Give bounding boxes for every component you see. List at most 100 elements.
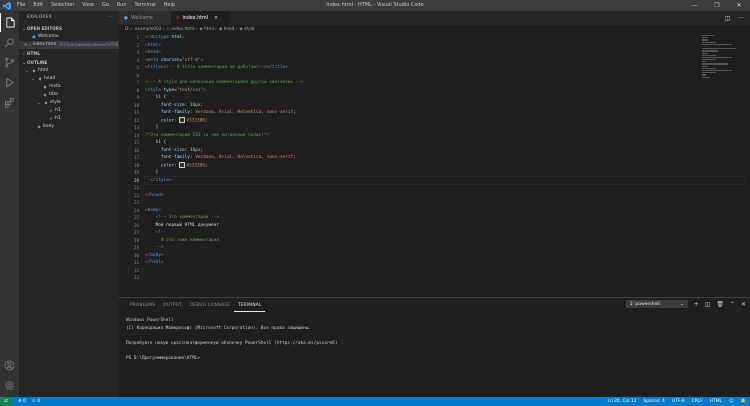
minimize-button[interactable]: — xyxy=(684,0,706,11)
menu-edit[interactable]: Edit xyxy=(29,0,47,11)
more-actions-icon[interactable]: ··· xyxy=(738,15,744,22)
menu-run[interactable]: Run xyxy=(113,0,131,11)
editor-tabs: ● Welcome ◇ index.html ✕ ◫ ··· xyxy=(119,11,750,25)
menu-help[interactable]: Help xyxy=(160,0,179,11)
terminal-line: Windows PowerShell xyxy=(126,318,174,323)
menu-terminal[interactable]: Terminal xyxy=(131,0,160,11)
notifications-bell-icon[interactable]: 🔔 xyxy=(741,399,746,404)
menu-go[interactable]: Go xyxy=(98,0,113,11)
outline-item-meta[interactable]: ◈ meta xyxy=(19,83,119,91)
tab-index-html[interactable]: ◇ index.html ✕ xyxy=(171,11,229,25)
outline-item-body[interactable]: ◈ body xyxy=(19,123,119,131)
tab-problems[interactable]: PROBLEMS xyxy=(126,301,159,311)
minimap[interactable] xyxy=(702,34,742,94)
breadcrumb-item[interactable]: html xyxy=(204,27,214,32)
tag-icon: ◈ xyxy=(218,27,223,32)
css-selector-icon: ⊹ xyxy=(49,108,53,113)
tag-icon: ◈ xyxy=(37,124,41,129)
trash-icon[interactable]: 🗑 xyxy=(716,301,724,308)
source-control-icon[interactable] xyxy=(0,53,19,72)
html-folder-section[interactable]: › HTML xyxy=(19,49,119,58)
code-content: <!doctype html> <html> <head> <meta char… xyxy=(144,34,746,282)
language-mode[interactable]: HTML xyxy=(710,399,722,404)
bottom-panel: PROBLEMS OUTPUT DEBUG CONSOLE TERMINAL 1… xyxy=(119,297,750,397)
info-icon: ● xyxy=(124,15,128,21)
tag-icon: ◈ xyxy=(43,84,47,89)
maximize-panel-icon[interactable]: ⌃ xyxy=(730,301,735,308)
tab-debug-console[interactable]: DEBUG CONSOLE xyxy=(186,301,234,311)
line-ending[interactable]: CRLF xyxy=(692,399,703,404)
split-editor-icon[interactable]: ◫ xyxy=(725,15,731,22)
breadcrumb-item[interactable]: index.html xyxy=(171,27,194,32)
breadcrumb: D:› example002› ◇ index.html› ◈ html› ◈ … xyxy=(125,27,255,32)
open-editor-item-welcome[interactable]: ● Welcome xyxy=(19,33,119,41)
vscode-logo-icon xyxy=(0,0,13,11)
menu-view[interactable]: View xyxy=(78,0,98,11)
line-numbers: 12345 6 7 8 9 10 11 12 13 14 15 16 17 18 19 20 21 22 2… xyxy=(133,35,139,280)
warnings-count[interactable]: ⚠ 0 xyxy=(32,399,40,404)
errors-count[interactable]: ⊗ 0 xyxy=(18,399,26,404)
chevron-down-icon: ⌄ xyxy=(25,68,29,73)
extensions-icon[interactable] xyxy=(0,93,19,112)
close-panel-icon[interactable]: ✕ xyxy=(741,301,746,308)
tab-output[interactable]: OUTPUT xyxy=(159,301,186,311)
split-terminal-icon[interactable]: ◫ xyxy=(705,301,711,308)
css-selector-icon: ⊹ xyxy=(49,116,53,121)
close-window-button[interactable]: ✕ xyxy=(728,0,750,11)
html-file-icon: ◇ xyxy=(28,42,32,47)
outline-section[interactable]: ⌄ OUTLINE xyxy=(19,58,119,67)
cursor-position[interactable]: Ln 20, Col 12 xyxy=(608,399,637,404)
html-file-icon: ◇ xyxy=(176,15,180,21)
tab-welcome[interactable]: ● Welcome xyxy=(119,11,171,25)
more-actions-icon[interactable]: ··· xyxy=(108,11,113,24)
menu-bar: File Edit Selection View Go Run Terminal… xyxy=(13,0,179,11)
activity-bar xyxy=(0,11,19,397)
explorer-sidebar: EXPLORER ··· ⌄ OPEN EDITORS ● Welcome ✕ … xyxy=(19,11,119,397)
close-tab-icon[interactable]: ✕ xyxy=(214,16,218,21)
tag-icon: ◈ xyxy=(32,68,36,73)
sidebar-title: EXPLORER xyxy=(27,15,52,20)
tab-terminal[interactable]: TERMINAL xyxy=(234,301,266,312)
run-debug-icon[interactable] xyxy=(0,73,19,92)
encoding[interactable]: UTF-8 xyxy=(672,399,685,404)
remote-icon[interactable]: ⇄ xyxy=(0,397,12,406)
html-file-icon: ◇ xyxy=(166,27,170,32)
menu-selection[interactable]: Selection xyxy=(47,0,78,11)
outline-item-title[interactable]: ◈ title xyxy=(19,91,119,99)
outline-item-h1[interactable]: ⊹ h1 xyxy=(19,115,119,123)
code-editor[interactable]: 12345 6 7 8 9 10 11 12 13 14 15 16 17 18 19 20 21 22 2… xyxy=(119,34,750,297)
tag-icon: ◈ xyxy=(38,76,42,81)
terminal-prompt: PS D:\Программирование\HTML> xyxy=(126,355,201,361)
breadcrumb-item[interactable]: style xyxy=(244,27,254,32)
breadcrumb-item[interactable]: D: xyxy=(125,27,130,32)
indentation[interactable]: Spaces: 4 xyxy=(643,399,664,404)
maximize-button[interactable]: ❐ xyxy=(706,0,728,11)
terminal-output[interactable]: Windows PowerShell (С) Корпорация Майкро… xyxy=(126,317,337,362)
outline-item-style[interactable]: ⌄ ◈ style xyxy=(19,99,119,107)
outline-item-html[interactable]: ⌄ ◈ html xyxy=(19,67,119,75)
terminal-line: Попробуйте новую кроссплатформенную обол… xyxy=(126,340,338,346)
terminal-line: (С) Корпорация Майкрософт (Microsoft Cor… xyxy=(126,325,312,331)
breadcrumb-item[interactable]: head xyxy=(224,27,235,32)
search-icon[interactable] xyxy=(0,33,19,52)
outline-item-h1[interactable]: ⊹ h1 xyxy=(19,107,119,115)
new-terminal-icon[interactable]: + xyxy=(694,301,699,308)
tag-icon: ◈ xyxy=(199,27,203,32)
tag-icon: ◈ xyxy=(43,92,47,97)
settings-gear-icon[interactable] xyxy=(0,376,19,395)
outline-item-head[interactable]: ⌄ ◈ head xyxy=(19,75,119,83)
open-editors-section[interactable]: ⌄ OPEN EDITORS xyxy=(19,24,119,33)
tag-icon: ◈ xyxy=(44,100,48,105)
tag-icon: ◈ xyxy=(239,27,243,32)
breadcrumb-item[interactable]: example002 xyxy=(135,27,162,32)
menu-file[interactable]: File xyxy=(13,0,29,11)
open-editor-item-index[interactable]: ✕ ◇ index.html D:\Программирование\HTML\… xyxy=(19,41,119,49)
terminal-select[interactable]: 1: powershell ⌄ xyxy=(625,300,688,308)
explorer-icon[interactable] xyxy=(0,13,19,32)
close-icon[interactable]: ✕ xyxy=(24,41,27,49)
account-icon[interactable] xyxy=(0,356,19,375)
title-bar: File Edit Selection View Go Run Terminal… xyxy=(0,0,750,11)
feedback-icon[interactable]: ☺ xyxy=(729,399,734,404)
